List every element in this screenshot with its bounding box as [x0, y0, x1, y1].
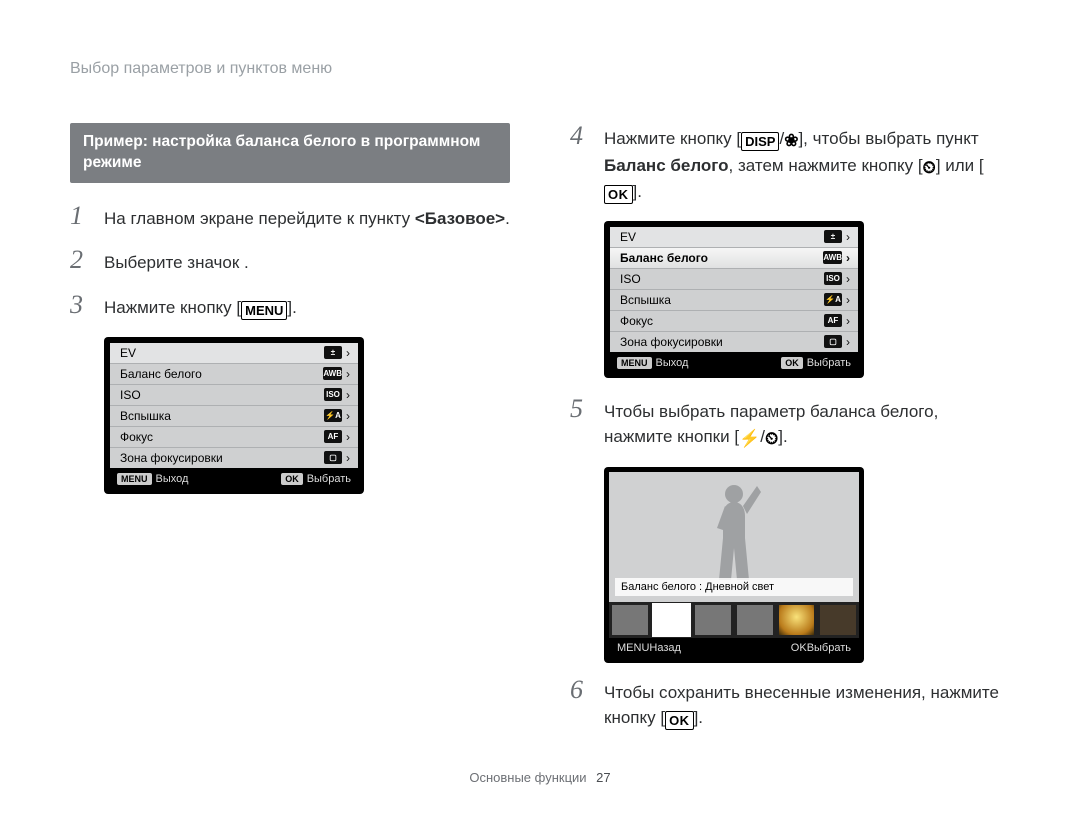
left-column: Пример: настройка баланса белого в прогр…: [70, 123, 510, 746]
menu-row: EV ±›: [110, 343, 358, 364]
person-silhouette-icon: [699, 480, 769, 580]
menu-label: Баланс белого: [120, 367, 202, 381]
menu-row: Вспышка ⚡A›: [610, 290, 858, 311]
wb-thumbs: [609, 602, 859, 638]
menu-value-icon: AWB›: [323, 367, 350, 381]
wb-option-selected: [654, 605, 690, 635]
wb-option: [779, 605, 815, 635]
menu-label: Фокус: [620, 314, 653, 328]
menu-value-icon: ±›: [324, 346, 350, 360]
menu-value-icon: AF›: [324, 430, 350, 444]
menu-label: Вспышка: [120, 409, 171, 423]
flash-icon: ⚡: [739, 429, 760, 448]
menu-label: EV: [120, 346, 136, 360]
menu-row: ISO ISO›: [610, 269, 858, 290]
softkey-menu-icon: MENU: [617, 642, 649, 654]
menu-value-icon: ▢›: [324, 451, 350, 465]
example-banner: Пример: настройка баланса белого в прогр…: [70, 123, 510, 183]
menu-label: Зона фокусировки: [620, 335, 723, 349]
menu-row: Баланс белого AWB›: [110, 364, 358, 385]
menu-key-icon: MENU: [241, 301, 287, 320]
menu-row: Фокус AF›: [110, 427, 358, 448]
wb-option: [612, 605, 648, 635]
softkey-ok-icon: OK: [781, 357, 803, 369]
step-1: 1 На главном экране перейдите к пункту <…: [70, 203, 510, 232]
menu-label: ISO: [120, 388, 141, 402]
wb-option: [695, 605, 731, 635]
menu-label: Вспышка: [620, 293, 671, 307]
menu-value-icon: ±›: [824, 230, 850, 244]
menu-row: ISO ISO›: [110, 385, 358, 406]
step-3: 3 Нажмите кнопку [MENU].: [70, 292, 510, 321]
wb-preview: Баланс белого : Дневной свет MENUНазад O…: [604, 467, 864, 663]
running-head: Выбор параметров и пунктов меню: [70, 60, 1010, 78]
disp-key-icon: DISP: [741, 132, 779, 151]
softkey-menu-icon: MENU: [617, 357, 652, 369]
timer-icon: ⏲: [765, 429, 778, 448]
wb-caption: Баланс белого : Дневной свет: [615, 578, 853, 596]
softkey-ok-icon: OK: [791, 642, 807, 654]
step-number: 6: [570, 677, 592, 703]
menu-value-icon: AWB›: [823, 251, 850, 265]
menu-label: ISO: [620, 272, 641, 286]
menu-label: Зона фокусировки: [120, 451, 223, 465]
menu-row: EV ±›: [610, 227, 858, 248]
step-number: 5: [570, 396, 592, 422]
camera-menu-right: EV ±› Баланс белого AWB› ISO ISO› Вспышк…: [604, 221, 864, 378]
timer-icon: ⏲: [923, 158, 936, 177]
step-2: 2 Выберите значок .: [70, 247, 510, 276]
step-text: Чтобы выбрать параметр баланса белого, н…: [604, 400, 1010, 451]
ok-key-icon: OK: [604, 185, 633, 204]
menu-value-icon: ISO›: [824, 272, 850, 286]
page-number: 27: [596, 770, 610, 785]
step-text: Нажмите кнопку [DISP/❀], чтобы выбрать п…: [604, 127, 1010, 205]
step-text: Выберите значок .: [104, 251, 249, 276]
step-4: 4 Нажмите кнопку [DISP/❀], чтобы выбрать…: [570, 123, 1010, 205]
step-text: На главном экране перейдите к пункту <Ба…: [104, 207, 510, 232]
menu-value-icon: ⚡A›: [324, 409, 350, 423]
step-6: 6 Чтобы сохранить внесенные изменения, н…: [570, 677, 1010, 730]
device-softkey-bar: MENUНазад OKВыбрать: [609, 638, 859, 658]
menu-label: EV: [620, 230, 636, 244]
step-5: 5 Чтобы выбрать параметр баланса белого,…: [570, 396, 1010, 451]
menu-value-icon: AF›: [824, 314, 850, 328]
menu-row: Вспышка ⚡A›: [110, 406, 358, 427]
menu-row: Фокус AF›: [610, 311, 858, 332]
wb-option: [820, 605, 856, 635]
step-number: 4: [570, 123, 592, 149]
menu-label: Баланс белого: [620, 251, 708, 265]
menu-row: Зона фокусировки ▢›: [610, 332, 858, 352]
camera-menu-left: EV ±› Баланс белого AWB› ISO ISO› Вспышк…: [104, 337, 364, 494]
menu-label: Фокус: [120, 430, 153, 444]
menu-row-selected: Баланс белого AWB›: [610, 248, 858, 269]
menu-row: Зона фокусировки ▢›: [110, 448, 358, 468]
ok-key-icon: OK: [665, 711, 694, 730]
menu-value-icon: ▢›: [824, 335, 850, 349]
step-number: 1: [70, 203, 92, 229]
step-number: 3: [70, 292, 92, 318]
menu-value-icon: ISO›: [324, 388, 350, 402]
right-column: 4 Нажмите кнопку [DISP/❀], чтобы выбрать…: [570, 123, 1010, 746]
step-text: Нажмите кнопку [MENU].: [104, 296, 297, 321]
footer-section: Основные функции: [469, 770, 586, 785]
page-footer: Основные функции 27: [0, 770, 1080, 785]
step-text: Чтобы сохранить внесенные изменения, наж…: [604, 681, 1010, 730]
device-softkey-bar: MENUВыход OKВыбрать: [609, 353, 859, 373]
device-softkey-bar: MENUВыход OKВыбрать: [109, 469, 359, 489]
softkey-ok-icon: OK: [281, 473, 303, 485]
menu-value-icon: ⚡A›: [824, 293, 850, 307]
macro-icon: ❀: [784, 131, 798, 150]
wb-option: [737, 605, 773, 635]
softkey-menu-icon: MENU: [117, 473, 152, 485]
step-number: 2: [70, 247, 92, 273]
